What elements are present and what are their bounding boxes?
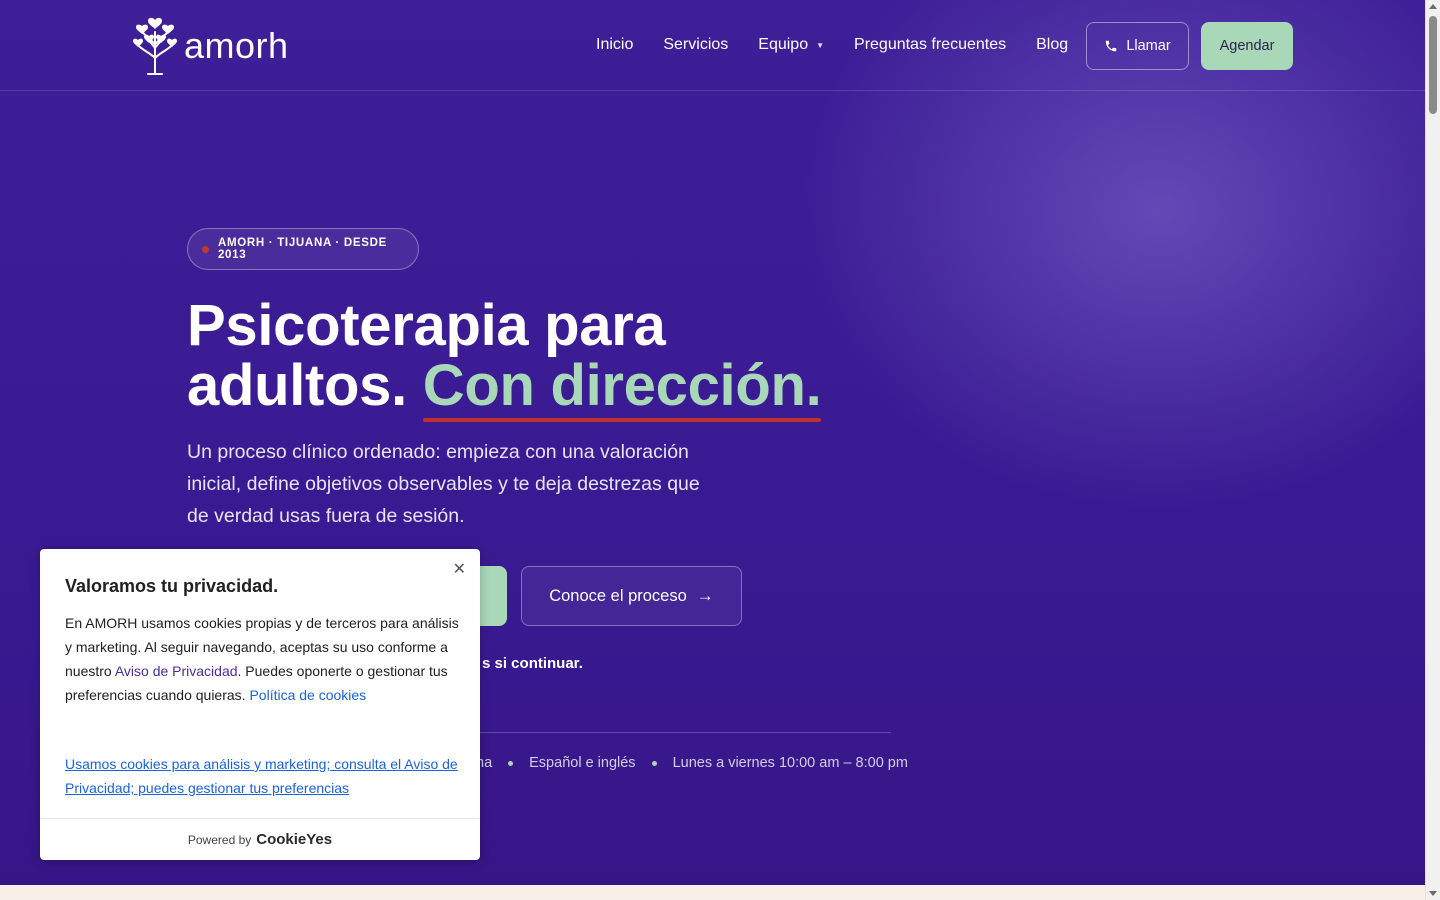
hero-title-line2: adultos. bbox=[187, 353, 407, 418]
badge-dot-icon bbox=[202, 245, 209, 253]
facts-row: na Español e inglés Lunes a viernes 10:0… bbox=[476, 755, 908, 771]
cookie-preferences-link[interactable]: Usamos cookies para análisis y marketing… bbox=[65, 752, 460, 800]
scroll-thumb[interactable] bbox=[1429, 16, 1437, 114]
process-button[interactable]: Conoce el proceso → bbox=[521, 566, 742, 626]
cookie-title: Valoramos tu privacidad. bbox=[65, 576, 279, 596]
site-header: amorh Inicio Servicios Equipo ▼ Pregunta… bbox=[0, 0, 1425, 91]
next-section-edge bbox=[0, 885, 1425, 900]
facts-divider bbox=[470, 732, 891, 733]
call-button-label: Llamar bbox=[1126, 38, 1171, 54]
nav-servicios[interactable]: Servicios bbox=[663, 36, 728, 54]
hero-title: Psicoterapia para adultos. Con dirección… bbox=[187, 293, 947, 422]
scroll-down-icon[interactable] bbox=[1429, 891, 1437, 896]
badge-text: AMORH · TIJUANA · DESDE 2013 bbox=[217, 237, 387, 261]
nav-equipo-label: Equipo bbox=[758, 36, 809, 53]
page-scrollbar[interactable] bbox=[1425, 0, 1440, 900]
logo-wordmark: amorh bbox=[184, 25, 289, 66]
fact-item: Español e inglés bbox=[529, 755, 636, 771]
powered-by-label: Powered by bbox=[187, 832, 252, 847]
process-button-label: Conoce el proceso bbox=[549, 586, 687, 605]
cookie-body: En AMORH usamos cookies propias y de ter… bbox=[65, 611, 460, 707]
cookie-banner: ✕ Valoramos tu privacidad. En AMORH usam… bbox=[40, 549, 480, 860]
cookie-policy-link[interactable]: Política de cookies bbox=[249, 687, 366, 703]
hero-title-line1: Psicoterapia para bbox=[187, 293, 666, 358]
tree-heart-logo-icon bbox=[133, 17, 177, 75]
scroll-up-icon[interactable] bbox=[1429, 4, 1437, 9]
nav-blog[interactable]: Blog bbox=[1036, 36, 1068, 54]
dot-separator-icon bbox=[651, 760, 657, 766]
nav-faq[interactable]: Preguntas frecuentes bbox=[854, 36, 1006, 54]
chevron-down-icon: ▼ bbox=[816, 40, 825, 50]
close-icon[interactable]: ✕ bbox=[453, 559, 466, 579]
cookie-footer: Powered by CookieYes bbox=[40, 818, 480, 860]
cookieyes-logo[interactable]: CookieYes bbox=[256, 831, 332, 848]
call-button[interactable]: Llamar bbox=[1086, 22, 1189, 70]
logo[interactable]: amorh bbox=[132, 14, 289, 76]
nav-equipo[interactable]: Equipo ▼ bbox=[758, 36, 824, 54]
hero-subtitle: Un proceso clínico ordenado: empieza con… bbox=[187, 441, 700, 527]
nav-inicio[interactable]: Inicio bbox=[596, 36, 633, 54]
privacy-notice-link[interactable]: Aviso de Privacidad bbox=[115, 663, 238, 679]
hero-note: s si continuar. bbox=[482, 655, 583, 672]
arrow-right-icon: → bbox=[696, 586, 714, 605]
phone-icon bbox=[1106, 40, 1117, 52]
hero-title-accent: Con dirección. bbox=[422, 353, 822, 422]
schedule-button[interactable]: Agendar bbox=[1201, 22, 1293, 70]
fact-item: Lunes a viernes 10:00 am – 8:00 pm bbox=[672, 755, 908, 771]
main-nav: Inicio Servicios Equipo ▼ Preguntas frec… bbox=[596, 36, 1098, 54]
location-badge: AMORH · TIJUANA · DESDE 2013 bbox=[187, 228, 419, 270]
dot-separator-icon bbox=[508, 760, 514, 766]
